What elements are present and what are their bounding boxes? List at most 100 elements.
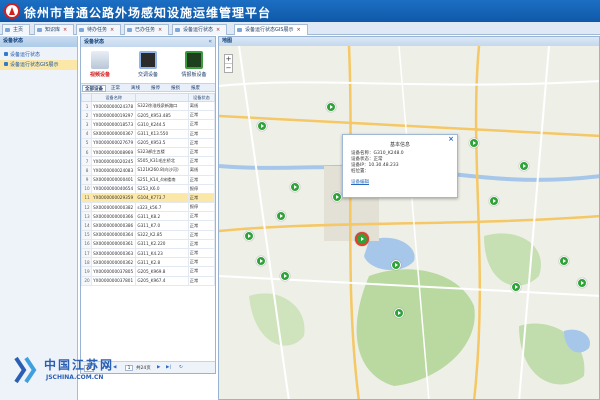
tab-knowledge-base[interactable]: 知识库 × — [34, 24, 75, 35]
table-row[interactable]: 20 YX0000000037801 G205_K967.4 正常 — [80, 275, 216, 286]
device-marker[interactable] — [276, 211, 286, 221]
sidebar-item-device-status[interactable]: 设备运行状态 — [0, 50, 77, 60]
row-number: 9 — [80, 174, 93, 185]
location-cell: S251_K14_4宋楼南 — [135, 174, 189, 185]
table-row[interactable]: 4 SX0000000000367 G311_K13.550 正常 — [80, 128, 216, 139]
device-marker[interactable] — [332, 192, 342, 202]
status-cell: 正常 — [187, 211, 216, 222]
status-cell: 正常 — [187, 266, 216, 277]
filter-offline[interactable]: 离线 — [129, 85, 142, 92]
map-canvas[interactable]: + − 基本信息 × 设备名称：G310_K248.0 设备状态：正常 设备IP… — [219, 46, 599, 399]
sidebar-item-device-status-gis[interactable]: 设备运行状态GIS展示 — [0, 60, 77, 70]
device-marker[interactable] — [280, 271, 290, 281]
category-video[interactable]: 视频设备 — [85, 51, 115, 78]
filter-all[interactable]: 全部设备 — [82, 85, 106, 92]
category-label: 交调设备 — [137, 72, 158, 78]
zoom-out-button[interactable]: − — [225, 64, 232, 72]
location-cell: S121K260.8(向沙河) — [135, 165, 189, 176]
table-row[interactable]: 13 SX0000000000366 G311_K8.2 正常 — [80, 211, 216, 222]
device-marker[interactable] — [469, 138, 479, 148]
table-row[interactable]: 1 YX0000000024378 S322徐淮线泉新路口 离线 — [80, 100, 216, 112]
app-title: 徐州市普通公路外场感知设施运维管理平台 — [24, 6, 272, 20]
edit-device-link[interactable]: 设备编辑 — [351, 179, 369, 185]
device-marker[interactable] — [257, 121, 267, 131]
table-row[interactable]: 18 SX0000000000362 G311_K2.8 正常 — [80, 257, 216, 268]
tab-device-status-gis[interactable]: 设备运行状态GIS展示 × — [234, 24, 308, 35]
table-row[interactable]: 15 SX0000000000364 S322_K2.85 正常 — [80, 229, 216, 240]
filter-normal[interactable]: 正常 — [109, 85, 122, 92]
zoom-in-button[interactable]: + — [225, 55, 232, 64]
tab-label: 已办任务 — [135, 27, 156, 33]
page-number-input[interactable]: 1 — [125, 365, 133, 371]
table-row[interactable]: 11 YX0000000029359 G104_K773.7 正常 — [80, 192, 216, 204]
table-row[interactable]: 16 SX0000000000361 G311_K2.220 正常 — [80, 238, 216, 250]
camera-icon — [91, 51, 109, 69]
tab-home[interactable]: 主页 — [2, 24, 31, 35]
category-label: 视频设备 — [89, 72, 110, 78]
table-row[interactable]: 14 SX0000000000386 G311_K7.0 正常 — [80, 220, 216, 231]
table-row[interactable]: 17 SX0000000000363 G311_K4.23 正常 — [80, 247, 216, 259]
table-row[interactable]: 2 YX0000000019297 G205_K953.485 正常 — [80, 110, 216, 121]
device-marker[interactable] — [391, 260, 401, 270]
close-icon[interactable]: × — [216, 27, 220, 33]
table-row[interactable]: 3 YX0000000018573 G310_K244.5 正常 — [80, 119, 216, 130]
filter-suspended[interactable]: 报停 — [149, 85, 162, 92]
table-row[interactable]: 7 YX0000000020245 S505_K31毛庄桥北 正常 — [80, 156, 216, 167]
selected-device-marker[interactable] — [355, 232, 369, 246]
device-marker[interactable] — [559, 256, 569, 266]
collapse-icon[interactable]: « — [208, 38, 212, 46]
map-panel: 地图 + − 基本信息 × 设备名称：G310_K248.0 设备状态：正常 设… — [218, 36, 600, 400]
total-pages-label: 共24页 — [136, 366, 151, 371]
device-marker[interactable] — [244, 231, 254, 241]
close-icon[interactable]: × — [158, 27, 162, 33]
table-row[interactable]: 10 YX0000000040654 S253_K6.0 报停 — [80, 183, 216, 194]
refresh-icon[interactable]: ↻ — [179, 365, 183, 370]
location-cell: G311_K4.23 — [135, 247, 189, 259]
device-marker[interactable] — [489, 196, 499, 206]
filter-scrapped[interactable]: 报废 — [189, 85, 202, 92]
tab-label: 知识库 — [45, 27, 61, 33]
table-row[interactable]: 8 YX0000000024083 S121K260.8(向沙河) 离线 — [80, 165, 216, 176]
next-page-button[interactable]: ▶ — [157, 365, 160, 370]
device-marker[interactable] — [511, 282, 521, 292]
col-location — [135, 93, 189, 102]
category-traffic[interactable]: 交调设备 — [133, 51, 163, 78]
status-cell: 正常 — [187, 220, 216, 231]
row-number: 4 — [80, 128, 93, 139]
table-row[interactable]: 9 SX0000000000401 S251_K14_4宋楼南 正常 — [80, 174, 216, 185]
table-row[interactable]: 12 SX0000000000382 s323_k56.7 报停 — [80, 202, 216, 213]
device-categories: 视频设备 交调设备 情报板设备 — [81, 47, 215, 83]
status-cell: 离线 — [187, 165, 216, 176]
filter-damaged[interactable]: 报损 — [169, 85, 182, 92]
doc-icon — [127, 28, 132, 32]
table-row[interactable]: 6 YX0000000008969 S323郝庄五楼 正常 — [80, 146, 216, 158]
device-name-cell: SX0000000000386 — [91, 220, 137, 231]
location-cell: S322_K2.85 — [135, 229, 189, 240]
status-cell: 正常 — [187, 119, 216, 130]
close-icon[interactable]: × — [110, 27, 114, 33]
device-marker[interactable] — [394, 308, 404, 318]
tab-todo[interactable]: 待办任务 × — [76, 24, 122, 35]
tab-done[interactable]: 已办任务 × — [124, 24, 170, 35]
lake — [364, 237, 415, 271]
table-row[interactable]: 19 YX0000000037805 G205_K969.8 正常 — [80, 266, 216, 277]
close-icon[interactable]: × — [448, 135, 454, 143]
row-number: 5 — [80, 137, 93, 148]
last-page-button[interactable]: ▶| — [166, 365, 171, 370]
device-marker[interactable] — [519, 161, 529, 171]
device-marker[interactable] — [256, 256, 266, 266]
device-marker[interactable] — [290, 182, 300, 192]
location-cell: G104_K773.7 — [135, 192, 189, 204]
row-number: 16 — [80, 238, 93, 250]
device-marker[interactable] — [326, 102, 336, 112]
tab-label: 待办任务 — [87, 27, 108, 33]
row-number: 18 — [80, 257, 93, 268]
tab-device-status[interactable]: 设备运行状态 × — [172, 24, 228, 35]
table-row[interactable]: 5 YX0000000027679 G205_K953.5 正常 — [80, 137, 216, 148]
sidebar: 设备状态 设备运行状态 设备运行状态GIS展示 — [0, 36, 78, 400]
close-icon[interactable]: × — [297, 27, 301, 33]
category-info-board[interactable]: 情报板设备 — [179, 51, 209, 78]
popup-title: 基本信息 — [389, 142, 410, 148]
close-icon[interactable]: × — [63, 27, 67, 33]
device-marker[interactable] — [577, 278, 587, 288]
